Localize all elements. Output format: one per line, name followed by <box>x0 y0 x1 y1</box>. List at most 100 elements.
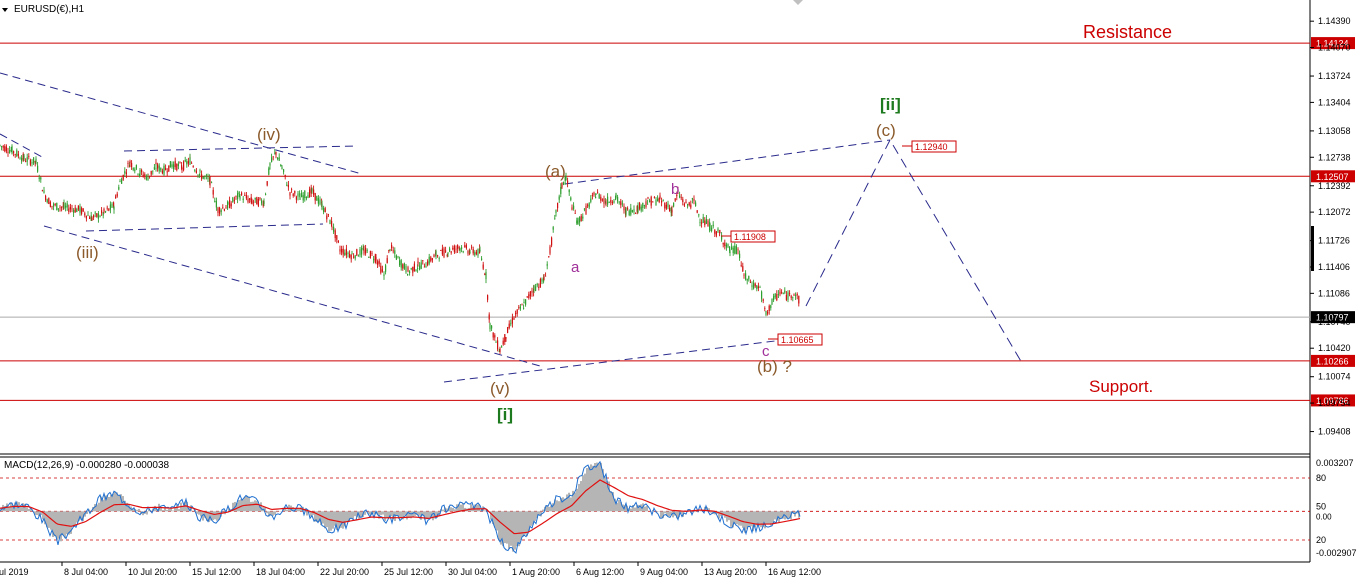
candle-body <box>42 190 43 191</box>
candle-body <box>162 171 163 174</box>
candle-body <box>237 193 238 199</box>
candle-body <box>582 217 583 219</box>
macd-histogram-bar <box>306 511 308 515</box>
macd-histogram-bar <box>346 511 348 522</box>
macd-histogram-bar <box>766 511 768 524</box>
candle-body <box>609 202 610 203</box>
macd-histogram-bar <box>172 511 174 512</box>
candle-body <box>724 243 725 246</box>
candle-body <box>65 206 66 208</box>
candle-body <box>283 169 284 172</box>
price-tag-label: 1.12940 <box>915 142 948 152</box>
macd-histogram-bar <box>216 511 218 520</box>
candle-body <box>241 193 242 196</box>
candle-body <box>217 208 218 213</box>
candle-body <box>719 232 720 233</box>
candle-body <box>329 220 330 224</box>
candle-body <box>557 203 558 208</box>
candle-body <box>479 250 480 251</box>
candle-body <box>538 287 539 288</box>
macd-histogram-bar <box>450 507 452 511</box>
candle-body <box>743 275 744 276</box>
candle-body <box>123 175 124 180</box>
candle-body <box>291 189 292 190</box>
time-tick-label: 6 Aug 12:00 <box>576 567 624 577</box>
candle-body <box>407 267 408 271</box>
macd-histogram-bar <box>630 509 632 512</box>
candle-body <box>86 216 87 219</box>
candle-body <box>607 197 608 205</box>
candle-body <box>267 181 268 185</box>
candle-body <box>553 227 554 229</box>
price-tick-label: 1.13058 <box>1318 126 1351 136</box>
candle-body <box>789 293 790 294</box>
candle-body <box>793 295 794 296</box>
candle-body <box>367 250 368 251</box>
candle-body <box>321 204 322 210</box>
candle-body <box>338 241 339 242</box>
zone-label: Resistance <box>1083 22 1172 42</box>
candle-body <box>797 294 798 295</box>
candle-body <box>387 258 388 263</box>
macd-histogram-bar <box>110 495 112 512</box>
candle-body <box>786 295 787 300</box>
candle-body <box>157 164 158 168</box>
candle-body <box>71 209 72 210</box>
candle-body <box>98 213 99 218</box>
candle-body <box>690 205 691 208</box>
candle-body <box>729 252 730 253</box>
candle-body <box>273 156 274 157</box>
candle-body <box>249 198 250 200</box>
candle-body <box>336 235 337 240</box>
candle-body <box>281 167 282 169</box>
candle-body <box>181 168 182 169</box>
candle-body <box>165 168 166 170</box>
macd-histogram-bar <box>214 511 216 519</box>
candle-body <box>101 210 102 213</box>
candle-body <box>559 196 560 199</box>
candle-body <box>103 209 104 212</box>
macd-histogram-bar <box>380 511 382 515</box>
candle-body <box>750 282 751 283</box>
macd-histogram-bar <box>542 510 544 512</box>
candle-body <box>155 163 156 165</box>
candle-body <box>37 166 38 172</box>
candle-body <box>573 206 574 209</box>
macd-histogram-bar <box>246 496 248 511</box>
candle-body <box>326 216 327 220</box>
candle-body <box>344 253 345 255</box>
candle-body <box>293 194 294 196</box>
candle-body <box>107 208 108 209</box>
price-chart[interactable]: EURUSD(€),H1 1.141241.125071.102661.0978… <box>0 0 1360 583</box>
candle-body <box>131 163 132 167</box>
candle-body <box>402 264 403 268</box>
candle-body <box>443 248 444 256</box>
candle-body <box>795 295 796 296</box>
candle-body <box>587 205 588 206</box>
macd-histogram-bar <box>36 511 38 515</box>
price-scroll-bar[interactable] <box>1311 226 1314 271</box>
candle-body <box>311 189 312 192</box>
candle-body <box>419 266 420 270</box>
candle-body <box>186 161 187 164</box>
macd-histogram-bar <box>256 501 258 511</box>
candle-body <box>417 261 418 263</box>
candle-body <box>599 194 600 199</box>
macd-histogram-bar <box>178 509 180 511</box>
candle-body <box>126 172 127 173</box>
candle-body <box>533 285 534 290</box>
candle-body <box>253 202 254 203</box>
price-tick-label: 1.09408 <box>1318 427 1351 437</box>
time-tick-label: 3 Jul 2019 <box>0 567 29 577</box>
candle-body <box>301 193 302 197</box>
candle-body <box>421 262 422 268</box>
candle-body <box>15 154 16 155</box>
candle-body <box>651 197 652 206</box>
candle-body <box>617 197 618 201</box>
candle-body <box>597 192 598 193</box>
macd-histogram-bar <box>470 504 472 511</box>
price-tag-label: 1.10665 <box>781 335 814 345</box>
wave-label: (iv) <box>257 125 281 144</box>
candle-body <box>517 310 518 314</box>
macd-histogram-bar <box>28 509 30 511</box>
